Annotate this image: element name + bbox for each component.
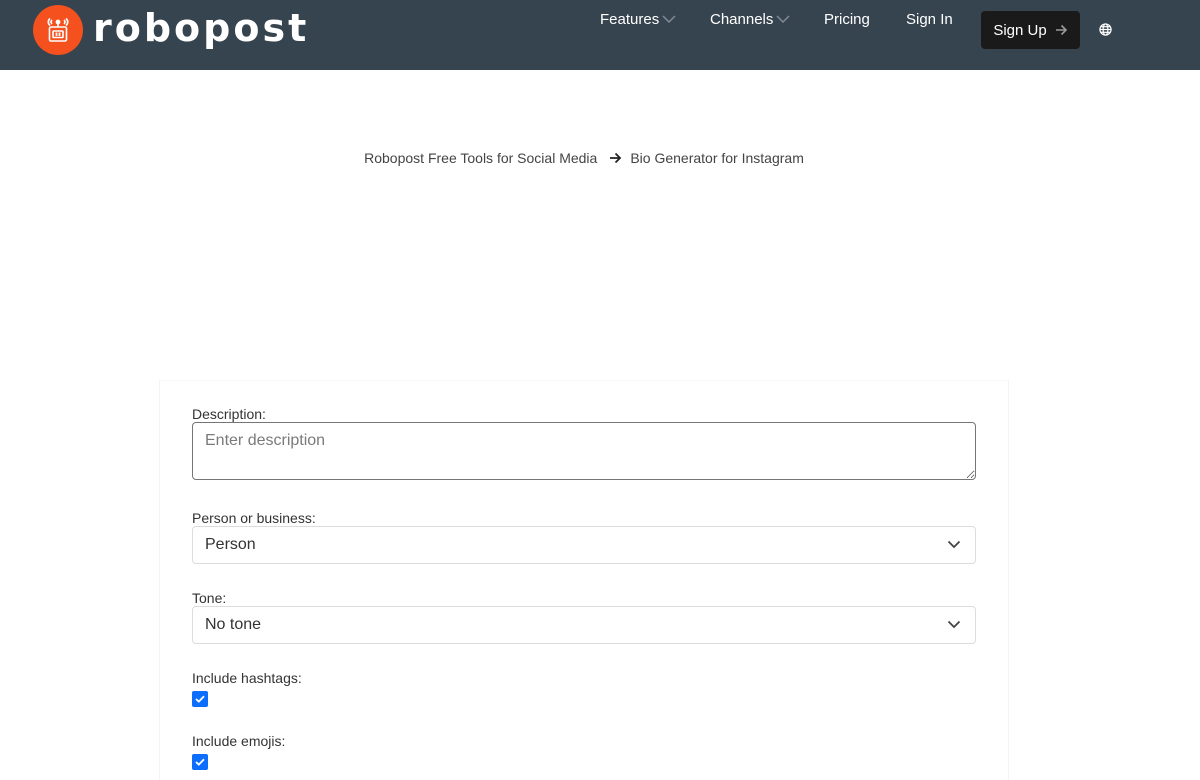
bio-generator-form: Description: Person or business: Person … (159, 380, 1009, 780)
breadcrumb: Robopost Free Tools for Social Media Bio… (0, 150, 1168, 166)
nav-channels[interactable]: Channels (710, 0, 790, 38)
globe-icon[interactable] (1099, 23, 1113, 37)
chevron-down-icon (947, 620, 961, 630)
robot-icon (33, 5, 83, 55)
breadcrumb-current: Bio Generator for Instagram (630, 150, 804, 166)
chevron-down-icon (947, 540, 961, 550)
arrow-right-icon (609, 152, 622, 164)
person-or-business-value: Person (205, 536, 256, 553)
nav-features[interactable]: Features (600, 0, 676, 38)
nav-sign-in-label: Sign In (906, 10, 953, 28)
nav-pricing-label: Pricing (824, 10, 870, 28)
person-or-business-select[interactable]: Person (192, 526, 976, 564)
tone-label: Tone: (192, 590, 227, 606)
sign-up-label: Sign Up (993, 21, 1047, 39)
site-header: robopost Features Channels Pricing Sign … (0, 0, 1200, 70)
checkmark-icon (195, 758, 205, 766)
tone-value: No tone (205, 616, 262, 633)
description-input[interactable] (192, 422, 976, 480)
chevron-down-icon (776, 14, 790, 24)
arrow-right-icon (1055, 24, 1068, 36)
nav-pricing[interactable]: Pricing (824, 0, 870, 38)
nav-sign-in[interactable]: Sign In (906, 0, 953, 38)
logo-text: robopost (93, 6, 310, 50)
include-hashtags-checkbox[interactable] (192, 691, 208, 707)
checkmark-icon (195, 695, 205, 703)
include-emojis-checkbox[interactable] (192, 754, 208, 770)
logo[interactable]: robopost (33, 5, 309, 55)
include-hashtags-label: Include hashtags: (192, 670, 302, 686)
sign-up-button[interactable]: Sign Up (981, 11, 1080, 49)
chevron-down-icon (662, 14, 676, 24)
description-label: Description: (192, 406, 266, 422)
tone-select[interactable]: No tone (192, 606, 976, 644)
nav-channels-label: Channels (710, 10, 774, 28)
nav-features-label: Features (600, 10, 660, 28)
person-or-business-label: Person or business: (192, 510, 316, 526)
include-emojis-label: Include emojis: (192, 733, 286, 749)
breadcrumb-parent-link[interactable]: Robopost Free Tools for Social Media (364, 150, 597, 166)
